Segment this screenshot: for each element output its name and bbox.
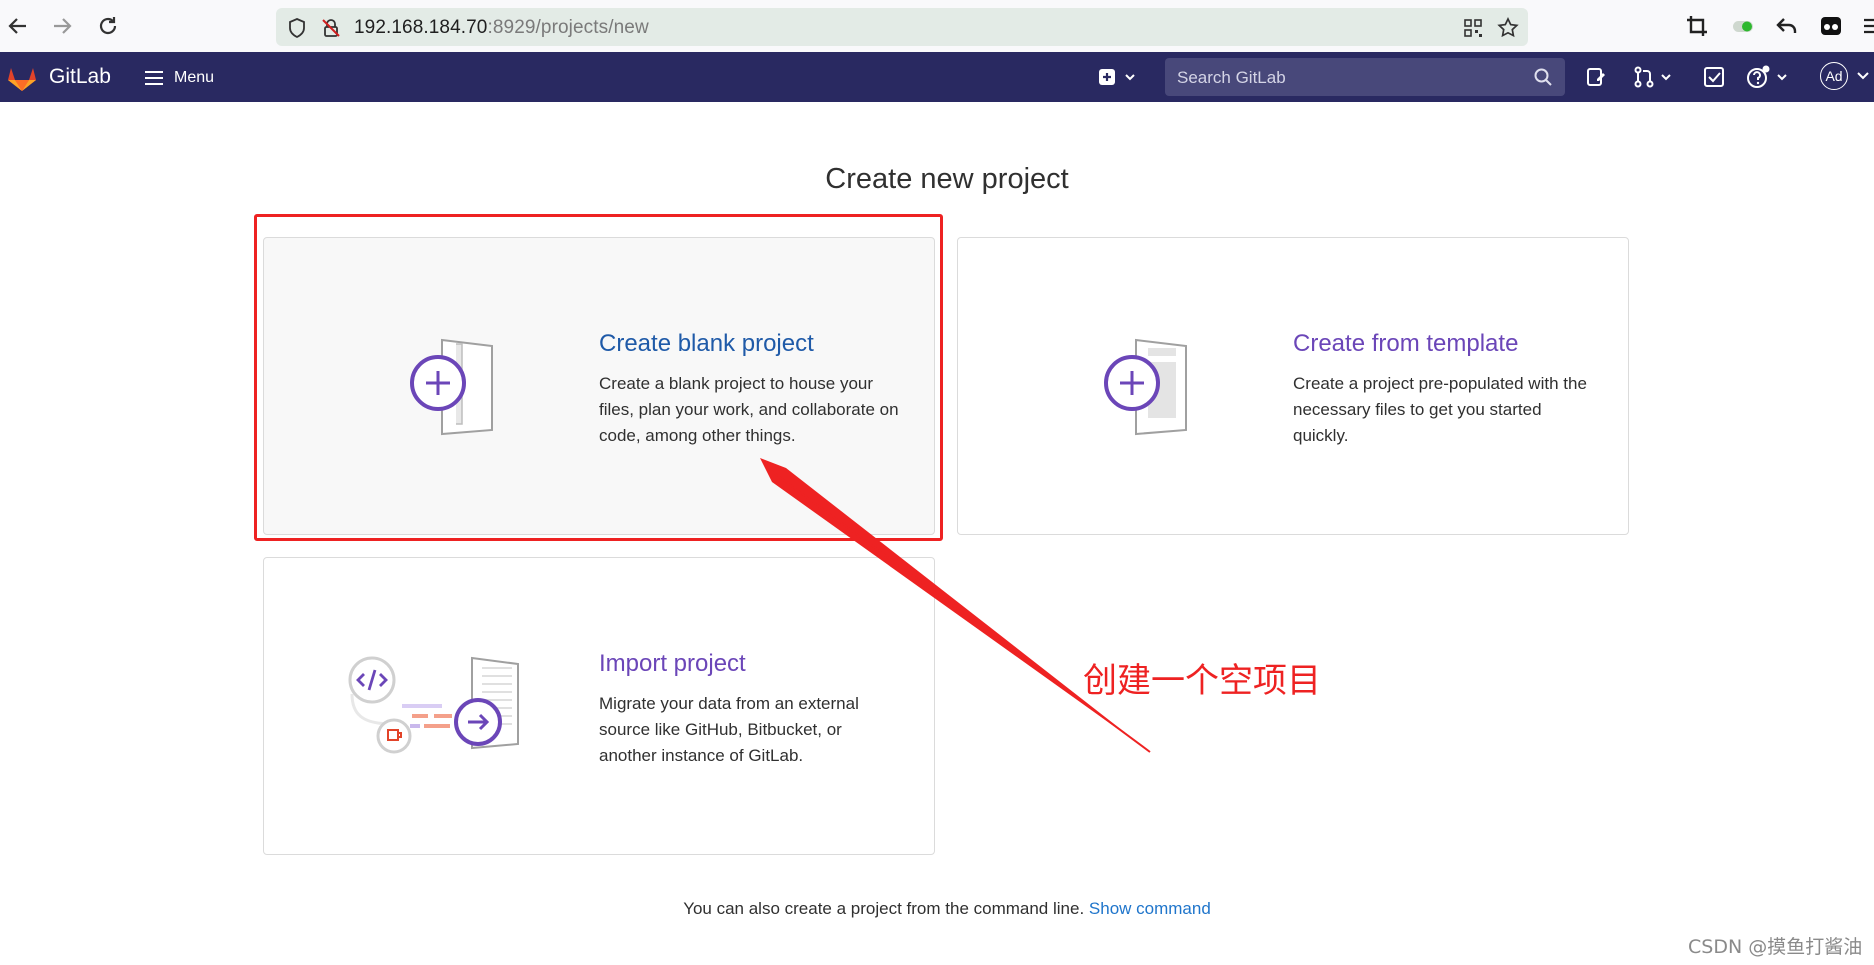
gitlab-header: GitLab Menu Search GitLab Ad	[0, 52, 1874, 102]
forward-icon[interactable]	[48, 12, 76, 40]
annotation-text: 创建一个空项目	[1083, 661, 1321, 701]
import-illustration-icon	[348, 656, 519, 754]
hint-text: You can also create a project from the c…	[683, 899, 1085, 918]
import-project-card[interactable]: Import project Migrate your data from an…	[263, 557, 935, 855]
card-title[interactable]: Create from template	[1293, 330, 1518, 358]
reload-icon[interactable]	[94, 12, 122, 40]
search-placeholder: Search GitLab	[1177, 68, 1286, 87]
menu-button[interactable]: Menu	[144, 66, 214, 90]
chevron-down-icon	[1857, 72, 1869, 80]
qr-code-icon[interactable]	[1462, 17, 1484, 39]
hamburger-icon	[145, 71, 163, 85]
back-icon[interactable]	[4, 12, 32, 40]
watermark: CSDN @摸鱼打酱油	[1688, 936, 1863, 958]
issues-icon[interactable]	[1584, 65, 1608, 89]
help-dropdown-icon[interactable]	[1746, 65, 1792, 89]
address-bar[interactable]: 192.168.184.70:8929/projects/new	[276, 8, 1528, 46]
shield-icon[interactable]	[286, 17, 308, 39]
avatar: Ad	[1820, 62, 1848, 90]
command-line-hint: You can also create a project from the c…	[0, 899, 1874, 919]
gitlab-logo-icon[interactable]	[6, 62, 38, 92]
extension-toggle-icon[interactable]	[1730, 13, 1756, 39]
card-description: Create a project pre-populated with the …	[1293, 374, 1587, 445]
show-command-link[interactable]: Show command	[1089, 899, 1211, 918]
card-title[interactable]: Import project	[599, 650, 746, 678]
overflow-menu-icon[interactable]	[1860, 13, 1874, 39]
highlight-box	[254, 214, 943, 541]
merge-requests-icon[interactable]	[1632, 65, 1676, 89]
user-avatar-dropdown[interactable]: Ad	[1820, 62, 1874, 92]
url-host: 192.168.184.70	[354, 17, 488, 38]
create-from-template-card[interactable]: Create from template Create a project pr…	[957, 237, 1629, 535]
undo-icon[interactable]	[1774, 13, 1800, 39]
bookmark-star-icon[interactable]	[1496, 16, 1520, 40]
profile-mask-icon[interactable]	[1818, 13, 1844, 39]
card-description: Migrate your data from an external sourc…	[599, 694, 859, 765]
search-icon[interactable]	[1533, 67, 1553, 87]
template-illustration-icon	[1104, 338, 1187, 436]
menu-label: Menu	[174, 69, 215, 86]
insecure-lock-icon[interactable]	[320, 17, 342, 39]
url-path: :8929/projects/new	[487, 17, 649, 38]
search-input[interactable]: Search GitLab	[1165, 58, 1565, 96]
new-item-dropdown-icon[interactable]	[1096, 65, 1140, 89]
page-title: Create new project	[825, 163, 1069, 195]
browser-toolbar: 192.168.184.70:8929/projects/new	[0, 0, 1874, 52]
todo-icon[interactable]	[1702, 65, 1726, 89]
app-name[interactable]: GitLab	[49, 65, 111, 89]
crop-icon[interactable]	[1684, 13, 1710, 39]
url-text[interactable]: 192.168.184.70:8929/projects/new	[354, 17, 649, 39]
